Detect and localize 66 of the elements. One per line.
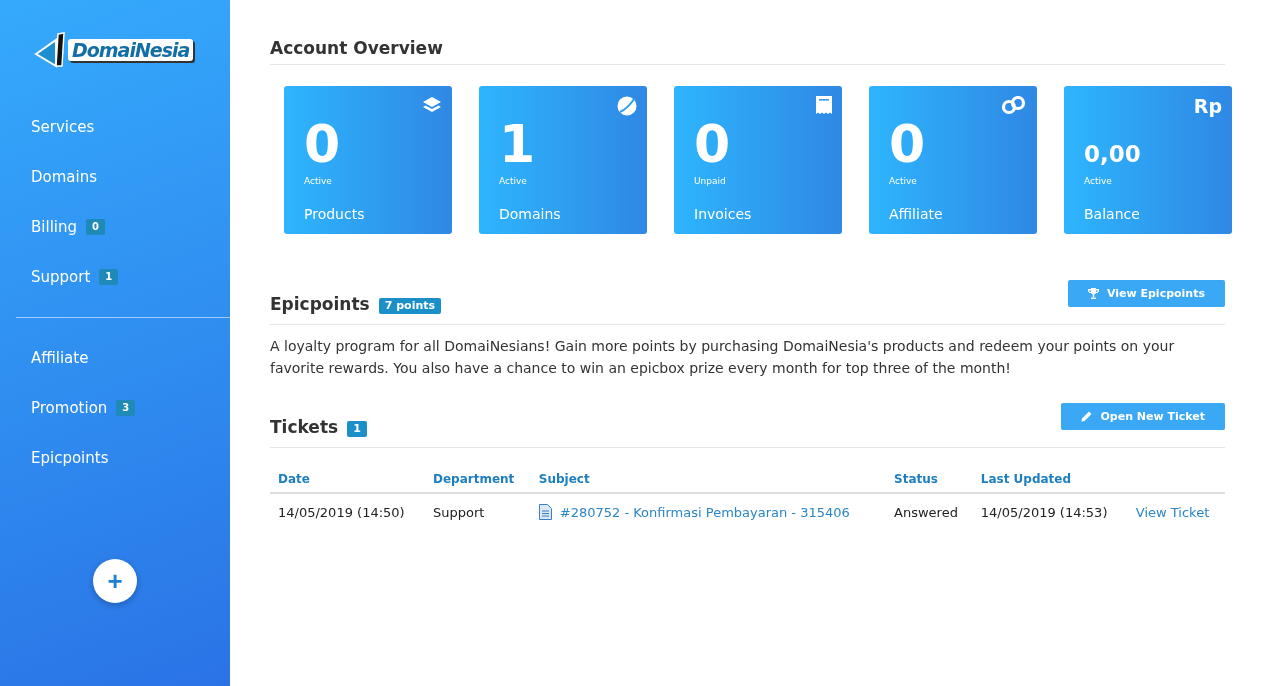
open-ticket-button[interactable]: Open New Ticket [1061, 402, 1225, 430]
stat-caption: Active [499, 176, 528, 186]
count-badge: 0 [86, 219, 105, 235]
stat-label: Products [304, 206, 366, 222]
logo-arrow-icon [34, 32, 68, 68]
nav-label: Epicpoints [31, 449, 109, 467]
sidebar-item[interactable]: Affiliate [16, 333, 230, 383]
sidebar-item[interactable]: Epicpoints [16, 433, 230, 483]
column-header: Date [270, 466, 425, 493]
add-button[interactable]: + [93, 559, 137, 603]
column-header: Department [425, 466, 531, 493]
pencil-icon [1081, 410, 1093, 422]
nav-label: Domains [31, 168, 98, 186]
sidebar-item[interactable]: Promotion 3 [16, 383, 230, 433]
currency-label: Rp [1193, 96, 1222, 118]
stat-caption: Active [304, 176, 333, 186]
column-header: Last Updated [972, 466, 1128, 493]
stat-label: Balance [1084, 206, 1141, 222]
nav-label: Affiliate [31, 349, 89, 367]
stat-caption: Active [1084, 176, 1113, 186]
count-badge: 1 [99, 269, 119, 285]
nav-label: Billing [31, 218, 77, 236]
stat-card[interactable]: 0 Active Affiliate [869, 86, 1037, 234]
view-ticket-link[interactable]: View Ticket [1135, 504, 1210, 520]
view-epicpoints-button[interactable]: View Epicpoints [1067, 279, 1225, 307]
stat-value: 0 [694, 118, 732, 176]
infinity-links-icon [1001, 96, 1027, 116]
receipt-icon [816, 96, 832, 116]
table-cell: Support [425, 493, 531, 530]
count-badge: 3 [116, 400, 136, 416]
nav-label: Services [31, 118, 95, 136]
logo-text: DomaiNesia [68, 39, 194, 61]
stat-label: Domains [499, 206, 562, 222]
sidebar-item[interactable]: Services [16, 102, 230, 152]
document-icon [538, 504, 552, 520]
trophy-icon [1087, 287, 1099, 299]
stat-label: Affiliate [889, 206, 944, 222]
column-header: Subject [530, 466, 887, 493]
stat-card[interactable]: Rp 0,00 Active Balance [1064, 86, 1232, 234]
column-header: Status [886, 466, 973, 493]
ticket-subject-link[interactable]: #280752 - Konfirmasi Pembayaran - 315406 [559, 504, 850, 520]
table-cell: Answered [886, 493, 973, 530]
stat-card[interactable]: 0 Unpaid Invoices [674, 86, 842, 234]
stat-caption: Unpaid [694, 176, 727, 186]
section-title: Account Overview [270, 38, 443, 58]
sidebar-item[interactable]: Domains [16, 152, 230, 202]
nav-label: Promotion [31, 399, 108, 417]
nav-label: Support [31, 268, 91, 286]
table-cell: 14/05/2019 (14:53) [972, 493, 1128, 530]
count-badge: 7 points [378, 298, 442, 314]
stat-value: 0 [304, 118, 342, 176]
section-title: Epicpoints [270, 294, 370, 314]
table-cell: 14/05/2019 (14:50) [270, 493, 425, 530]
section-title: Tickets [270, 417, 339, 437]
stat-card[interactable]: 1 Active Domains [479, 86, 647, 234]
stat-value: 1 [499, 118, 537, 176]
sidebar-item[interactable]: Support 1 [16, 252, 230, 302]
stat-value: 0,00 [1084, 140, 1142, 169]
stat-caption: Active [889, 176, 918, 186]
stat-card[interactable]: 0 Active Products [284, 86, 452, 234]
stat-value: 0 [889, 118, 927, 176]
epicpoints-description: A loyalty program for all DomaiNesians! Gain more points by purchasing DomaiNesia's products and redeem your points on your favorite rewards. You also have a chance to win an epicbox prize every month for top three of the month! [270, 337, 1176, 378]
stat-label: Invoices [694, 206, 753, 222]
count-badge: 1 [347, 421, 367, 437]
ball-icon [617, 96, 637, 116]
sidebar-item[interactable]: Billing 0 [16, 202, 230, 252]
